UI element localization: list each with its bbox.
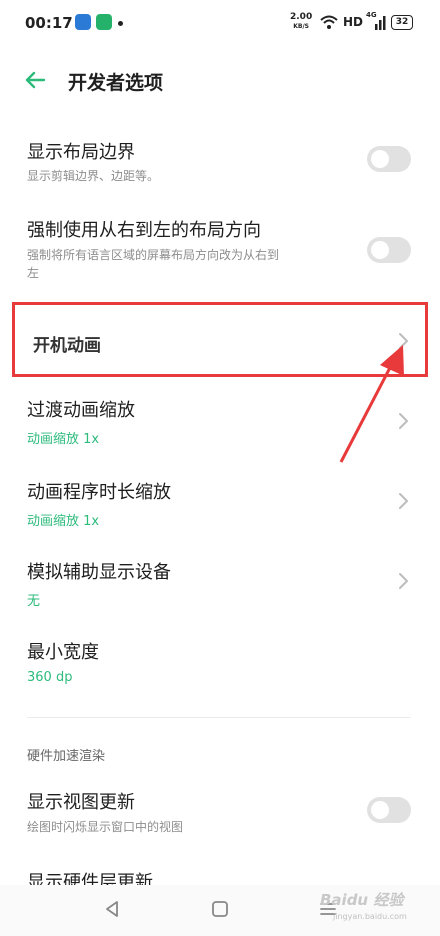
toggle-switch[interactable] xyxy=(367,797,411,823)
setting-title: 动画程序时长缩放 xyxy=(27,482,171,503)
hd-indicator: HD xyxy=(343,15,364,29)
setting-show-view-updates[interactable]: 显示视图更新 绘图时闪烁显示窗口中的视图 xyxy=(0,780,440,845)
setting-subtitle-continued: 左 xyxy=(27,266,40,280)
app-header: 开发者选项 xyxy=(0,50,440,112)
setting-show-layout-bounds[interactable]: 显示布局边界 显示剪辑边界、边距等。 xyxy=(0,130,440,200)
wifi-icon xyxy=(320,15,338,29)
setting-value: 动画缩放 1x xyxy=(27,432,100,447)
setting-title: 强制使用从右到左的布局方向 xyxy=(27,220,261,241)
setting-value: 360 dp xyxy=(27,670,73,685)
toggle-knob xyxy=(371,801,389,819)
toggle-knob xyxy=(371,150,389,168)
setting-transition-animation-scale[interactable]: 过渡动画缩放 动画缩放 1x xyxy=(0,388,440,453)
setting-title: 显示硬件层更新 xyxy=(27,872,153,885)
network-speed: 2.00 KB/S xyxy=(290,13,312,31)
status-bar: 00:17 2.00 KB/S HD 4G 32 xyxy=(0,0,440,50)
home-square-icon[interactable] xyxy=(208,897,232,921)
watermark-url: jingyan.baidu.com xyxy=(333,912,407,921)
setting-title: 模拟辅助显示设备 xyxy=(27,562,171,583)
setting-title: 最小宽度 xyxy=(27,642,99,663)
setting-value: 无 xyxy=(27,594,41,609)
setting-title: 过渡动画缩放 xyxy=(27,400,135,421)
setting-subtitle: 强制将所有语言区域的屏幕布局方向改为从右到 xyxy=(27,248,280,262)
setting-animator-duration-scale[interactable]: 动画程序时长缩放 动画缩放 1x xyxy=(0,470,440,535)
setting-smallest-width[interactable]: 最小宽度 360 dp xyxy=(0,630,440,695)
toggle-knob xyxy=(371,241,389,259)
network-speed-value: 2.00 xyxy=(290,12,313,22)
battery-icon: 32 xyxy=(391,15,413,30)
back-arrow-icon[interactable] xyxy=(22,67,48,93)
toggle-switch[interactable] xyxy=(367,146,411,172)
back-triangle-icon[interactable] xyxy=(100,897,124,921)
setting-simulate-secondary-display[interactable]: 模拟辅助显示设备 无 xyxy=(0,550,440,615)
network-type: 4G xyxy=(366,11,377,19)
setting-subtitle: 绘图时闪烁显示窗口中的视图 xyxy=(27,820,184,834)
setting-title: 显示布局边界 xyxy=(27,142,135,163)
setting-force-rtl[interactable]: 强制使用从右到左的布局方向 强制将所有语言区域的屏幕布局方向改为从右到 左 xyxy=(0,208,440,293)
setting-title: 显示视图更新 xyxy=(27,792,135,813)
chevron-right-icon xyxy=(399,413,408,429)
section-header: 硬件加速渲染 xyxy=(27,749,106,764)
highlight-box xyxy=(12,302,428,377)
toggle-switch[interactable] xyxy=(367,237,411,263)
setting-value: 动画缩放 1x xyxy=(27,514,100,529)
setting-show-hardware-layer-updates[interactable]: 显示硬件层更新 xyxy=(0,860,440,885)
network-speed-unit: KB/S xyxy=(293,23,309,30)
section-divider xyxy=(27,717,411,718)
setting-subtitle: 显示剪辑边界、边距等。 xyxy=(27,169,160,183)
chevron-right-icon xyxy=(399,573,408,589)
dot-icon xyxy=(118,21,123,26)
page-title: 开发者选项 xyxy=(68,72,164,94)
watermark-logo: Baidu 经验 xyxy=(320,891,404,909)
app-notification-icon xyxy=(96,14,112,30)
chevron-right-icon xyxy=(399,493,408,509)
app-notification-icon xyxy=(75,14,91,30)
status-time: 00:17 xyxy=(25,14,73,32)
